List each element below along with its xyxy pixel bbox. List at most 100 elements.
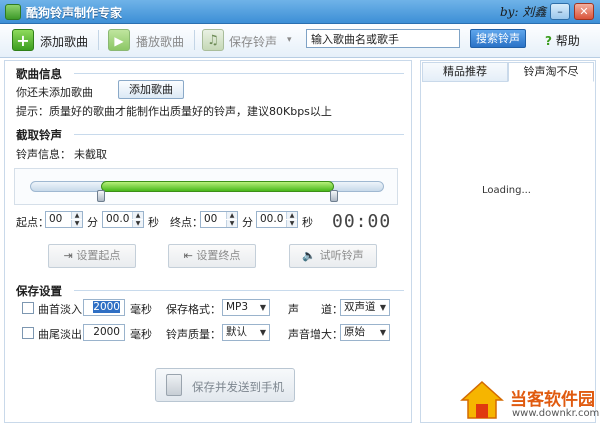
end-second-spinner[interactable]: 00.0 ▲ ▼ xyxy=(256,211,298,228)
quality-label: 铃声质量： xyxy=(166,328,221,341)
add-song-button[interactable]: 添加歌曲 xyxy=(40,33,88,50)
set-end-label: 设置终点 xyxy=(196,249,241,262)
section-divider xyxy=(74,134,404,135)
chevron-down-icon: ▼ xyxy=(379,328,386,337)
second-unit: 秒 xyxy=(302,216,313,229)
start-minute-value: 00 xyxy=(49,213,63,225)
set-end-icon: ⇤ xyxy=(183,249,193,262)
toolbar-separator xyxy=(98,30,99,50)
start-second-spinner[interactable]: 00.0 ▲ ▼ xyxy=(102,211,144,228)
spin-down-icon[interactable]: ▼ xyxy=(132,220,143,227)
time-display: 00:00 xyxy=(332,211,392,232)
chevron-down-icon: ▼ xyxy=(259,303,266,312)
format-label: 保存格式： xyxy=(166,303,221,316)
search-button[interactable]: 搜索铃声 xyxy=(470,29,526,48)
channel-select[interactable]: 双声道 ▼ xyxy=(340,299,390,316)
set-start-button[interactable]: ⇥ 设置起点 xyxy=(48,244,136,268)
chevron-down-icon[interactable]: ▾ xyxy=(287,35,292,45)
recommend-panel xyxy=(420,60,596,423)
volume-label: 声音增大： xyxy=(288,328,343,341)
end-handle[interactable] xyxy=(330,190,339,202)
spin-up-icon[interactable]: ▲ xyxy=(71,212,82,219)
spin-down-icon[interactable]: ▼ xyxy=(286,220,297,227)
watermark-title: 当客软件园 xyxy=(510,390,595,410)
toolbar-separator xyxy=(194,30,195,50)
loading-text: Loading... xyxy=(482,185,531,196)
tab-featured[interactable]: 精品推荐 xyxy=(422,62,508,82)
spin-up-icon[interactable]: ▲ xyxy=(226,212,237,219)
add-icon[interactable]: + xyxy=(12,29,34,51)
minute-unit: 分 xyxy=(87,216,98,229)
quality-select[interactable]: 默认 ▼ xyxy=(222,324,270,341)
fade-out-input[interactable]: 2000 xyxy=(83,324,125,341)
minimize-icon: – xyxy=(557,5,563,18)
app-logo-icon xyxy=(5,4,21,20)
phone-icon xyxy=(166,374,182,396)
end-minute-spinner[interactable]: 00 ▲ ▼ xyxy=(200,211,238,228)
range-slider-selection[interactable] xyxy=(100,181,335,192)
watermark-url: www.downkr.com xyxy=(512,408,600,419)
spin-down-icon[interactable]: ▼ xyxy=(226,220,237,227)
fade-in-input[interactable]: 2000 xyxy=(83,299,125,316)
music-note-icon[interactable]: ♫ xyxy=(202,29,224,51)
search-input[interactable] xyxy=(306,29,460,48)
channel-value: 双声道 xyxy=(344,301,376,313)
song-status: 你还未添加歌曲 xyxy=(16,86,93,99)
chevron-down-icon: ▼ xyxy=(379,303,386,312)
add-song-inline-button[interactable]: 添加歌曲 xyxy=(118,80,184,99)
help-label: 帮助 xyxy=(555,34,580,48)
play-song-button[interactable]: 播放歌曲 xyxy=(136,33,184,50)
set-start-label: 设置起点 xyxy=(76,249,121,262)
ms-unit: 毫秒 xyxy=(130,303,152,316)
help-link[interactable]: ? 帮助 xyxy=(545,32,580,49)
quality-value: 默认 xyxy=(226,326,247,338)
end-second-value: 00.0 xyxy=(260,213,284,225)
spin-down-icon[interactable]: ▼ xyxy=(71,220,82,227)
end-minute-value: 00 xyxy=(204,213,218,225)
save-send-label: 保存并发送到手机 xyxy=(192,380,284,394)
minimize-button[interactable]: – xyxy=(550,3,570,20)
chevron-down-icon: ▼ xyxy=(259,328,266,337)
author-signature: by: 刘鑫 xyxy=(500,5,547,19)
spin-up-icon[interactable]: ▲ xyxy=(132,212,143,219)
fade-in-label: 曲首淡入 xyxy=(38,303,82,316)
close-icon: ✕ xyxy=(579,5,589,18)
tab-ringtones[interactable]: 铃声淘不尽 xyxy=(508,62,594,82)
close-button[interactable]: ✕ xyxy=(574,3,594,20)
volume-select[interactable]: 原始 ▼ xyxy=(340,324,390,341)
fade-out-label: 曲尾淡出 xyxy=(38,328,82,341)
ms-unit: 毫秒 xyxy=(130,328,152,341)
set-start-icon: ⇥ xyxy=(63,249,73,262)
preview-label: 试听铃声 xyxy=(319,249,364,262)
second-unit: 秒 xyxy=(148,216,159,229)
preview-button[interactable]: 🔈 试听铃声 xyxy=(289,244,377,268)
save-ringtone-button[interactable]: 保存铃声 xyxy=(229,33,277,50)
start-handle[interactable] xyxy=(96,190,105,202)
cut-heading: 截取铃声 xyxy=(16,128,62,142)
section-divider xyxy=(74,73,404,74)
song-info-heading: 歌曲信息 xyxy=(16,67,62,81)
format-value: MP3 xyxy=(226,301,249,313)
fade-out-value: 2000 xyxy=(93,326,120,338)
ringtone-info-value: 未截取 xyxy=(74,148,107,161)
end-label: 终点： xyxy=(170,216,203,229)
start-second-value: 00.0 xyxy=(106,213,130,225)
section-divider xyxy=(74,290,404,291)
spin-up-icon[interactable]: ▲ xyxy=(286,212,297,219)
window-title: 酷狗铃声制作专家 xyxy=(26,6,123,20)
save-settings-heading: 保存设置 xyxy=(16,284,62,298)
quality-tip: 提示：质量好的歌曲才能制作出质量好的铃声，建议80Kbps以上 xyxy=(16,105,332,118)
ringtone-info-label: 铃声信息： xyxy=(16,148,71,161)
fade-in-checkbox[interactable] xyxy=(22,302,34,314)
format-select[interactable]: MP3 ▼ xyxy=(222,299,270,316)
minute-unit: 分 xyxy=(242,216,253,229)
speaker-icon: 🔈 xyxy=(302,249,317,262)
fade-in-value: 2000 xyxy=(93,301,120,313)
watermark-logo xyxy=(460,380,504,419)
set-end-button[interactable]: ⇤ 设置终点 xyxy=(168,244,256,268)
volume-value: 原始 xyxy=(344,326,365,338)
play-icon[interactable]: ▶ xyxy=(108,29,130,51)
fade-out-checkbox[interactable] xyxy=(22,327,34,339)
start-minute-spinner[interactable]: 00 ▲ ▼ xyxy=(45,211,83,228)
channel-label: 声 道： xyxy=(288,303,343,316)
